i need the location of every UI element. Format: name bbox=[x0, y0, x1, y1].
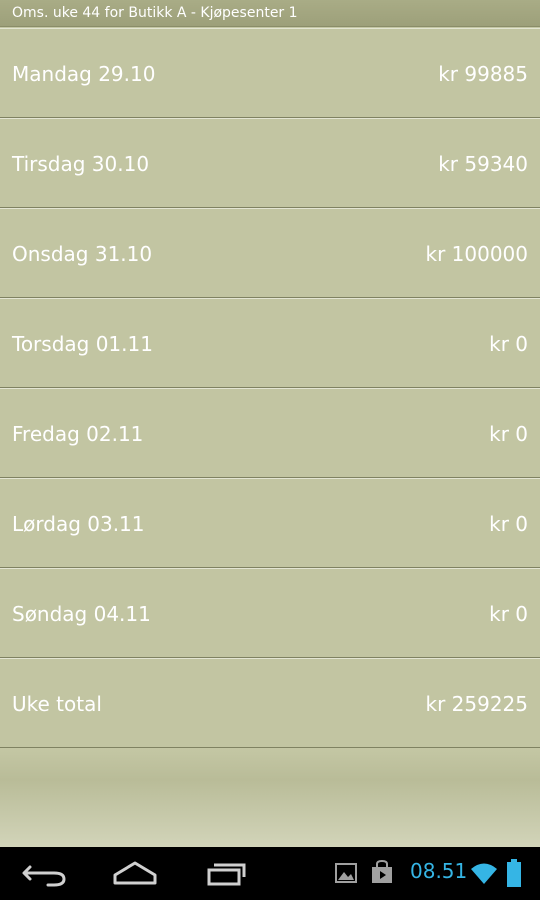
list-item-thursday[interactable]: Torsdag 01.11 kr 0 bbox=[0, 298, 540, 388]
list-item-saturday[interactable]: Lørdag 03.11 kr 0 bbox=[0, 478, 540, 568]
gallery-icon bbox=[334, 861, 358, 885]
home-icon[interactable] bbox=[107, 857, 163, 889]
title-bar: Oms. uke 44 for Butikk A - Kjøpesenter 1 bbox=[0, 0, 540, 27]
total-amount: kr 259225 bbox=[425, 692, 528, 716]
day-label: Fredag 02.11 bbox=[12, 422, 144, 446]
list-item-wednesday[interactable]: Onsdag 31.10 kr 100000 bbox=[0, 208, 540, 298]
wifi-icon bbox=[469, 859, 499, 887]
day-label: Onsdag 31.10 bbox=[12, 242, 153, 266]
battery-icon bbox=[505, 857, 523, 889]
list-item-tuesday[interactable]: Tirsdag 30.10 kr 59340 bbox=[0, 118, 540, 208]
list-item-friday[interactable]: Fredag 02.11 kr 0 bbox=[0, 388, 540, 478]
day-amount: kr 59340 bbox=[438, 152, 528, 176]
day-amount: kr 0 bbox=[489, 422, 528, 446]
day-amount: kr 100000 bbox=[425, 242, 528, 266]
total-label: Uke total bbox=[12, 692, 102, 716]
list-item-week-total[interactable]: Uke total kr 259225 bbox=[0, 658, 540, 748]
day-amount: kr 0 bbox=[489, 512, 528, 536]
back-icon[interactable] bbox=[18, 857, 74, 889]
day-label: Tirsdag 30.10 bbox=[12, 152, 150, 176]
list-item-monday[interactable]: Mandag 29.10 kr 99885 bbox=[0, 28, 540, 118]
day-label: Mandag 29.10 bbox=[12, 62, 156, 86]
list-item-sunday[interactable]: Søndag 04.11 kr 0 bbox=[0, 568, 540, 658]
day-amount: kr 0 bbox=[489, 602, 528, 626]
app-screen: Oms. uke 44 for Butikk A - Kjøpesenter 1… bbox=[0, 0, 540, 847]
day-label: Lørdag 03.11 bbox=[12, 512, 145, 536]
clock: 08.51 bbox=[410, 859, 468, 883]
recent-apps-icon[interactable] bbox=[199, 857, 255, 889]
turnover-list: Mandag 29.10 kr 99885 Tirsdag 30.10 kr 5… bbox=[0, 28, 540, 748]
page-title: Oms. uke 44 for Butikk A - Kjøpesenter 1 bbox=[12, 5, 298, 21]
day-amount: kr 0 bbox=[489, 332, 528, 356]
day-label: Torsdag 01.11 bbox=[12, 332, 153, 356]
day-label: Søndag 04.11 bbox=[12, 602, 151, 626]
day-amount: kr 99885 bbox=[438, 62, 528, 86]
store-icon bbox=[369, 859, 395, 885]
system-navigation-bar: 08.51 bbox=[0, 847, 540, 900]
